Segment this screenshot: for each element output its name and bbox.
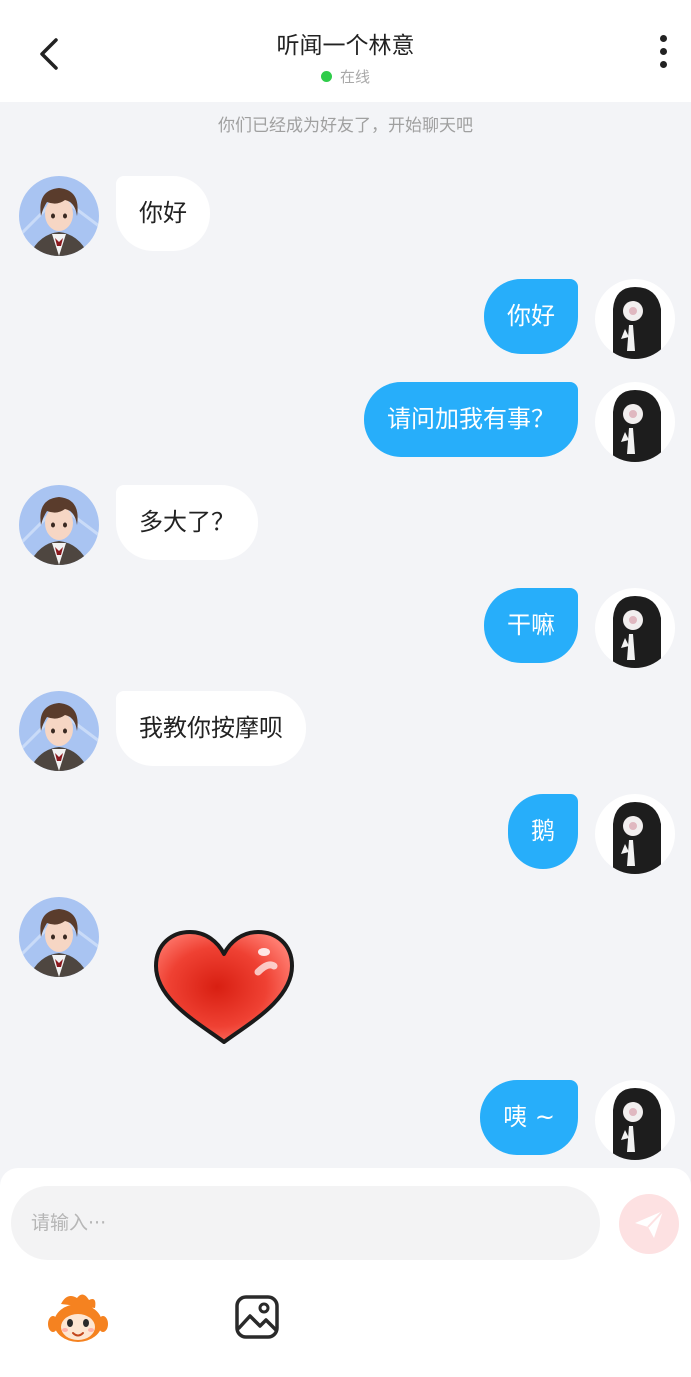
contact-avatar[interactable] <box>19 897 99 977</box>
more-vertical-icon <box>650 35 676 68</box>
my-avatar[interactable] <box>595 794 675 874</box>
online-dot-icon <box>320 71 332 82</box>
chat-header: 听闻一个林意 在线 <box>0 0 691 102</box>
image-picker-button[interactable] <box>234 1294 280 1340</box>
paper-plane-icon <box>635 1210 664 1238</box>
message-bubble-received[interactable]: 你好 <box>116 176 210 251</box>
composer-panel <box>0 1168 691 1377</box>
my-avatar[interactable] <box>595 588 675 668</box>
emoji-sticker-icon <box>48 1294 108 1342</box>
message-bubble-sent[interactable]: 咦 ~ <box>480 1080 578 1155</box>
message-bubble-sent[interactable]: 你好 <box>484 279 578 354</box>
online-status: 在线 <box>320 66 370 87</box>
my-avatar[interactable] <box>595 279 675 359</box>
image-icon <box>235 1295 279 1339</box>
message-input[interactable] <box>11 1186 600 1260</box>
message-bubble-sent[interactable]: 鹅 <box>508 794 578 869</box>
chat-title-area: 听闻一个林意 在线 <box>0 26 691 87</box>
more-options-button[interactable] <box>650 35 676 75</box>
system-notice: 你们已经成为好友了，开始聊天吧 <box>218 116 473 136</box>
emoji-button[interactable] <box>47 1290 109 1346</box>
heart-sticker-message[interactable] <box>150 928 298 1048</box>
message-bubble-sent[interactable]: 请问加我有事？ <box>364 382 578 457</box>
heart-sticker-icon <box>154 930 294 1044</box>
message-bubble-received[interactable]: 多大了？ <box>116 485 258 560</box>
contact-avatar[interactable] <box>19 691 99 771</box>
online-status-label: 在线 <box>339 68 370 86</box>
contact-avatar[interactable] <box>19 485 99 565</box>
send-button[interactable] <box>619 1194 679 1254</box>
message-bubble-received[interactable]: 我教你按摩呗 <box>116 691 306 766</box>
chat-title: 听闻一个林意 <box>276 33 415 59</box>
message-bubble-sent[interactable]: 干嘛 <box>484 588 578 663</box>
chat-screen: 听闻一个林意 在线 你们已经成为好友了，开始聊天吧 你好 你好 请问加我有事？ … <box>0 0 691 1377</box>
contact-avatar[interactable] <box>19 176 99 256</box>
my-avatar[interactable] <box>595 1080 675 1160</box>
my-avatar[interactable] <box>595 382 675 462</box>
